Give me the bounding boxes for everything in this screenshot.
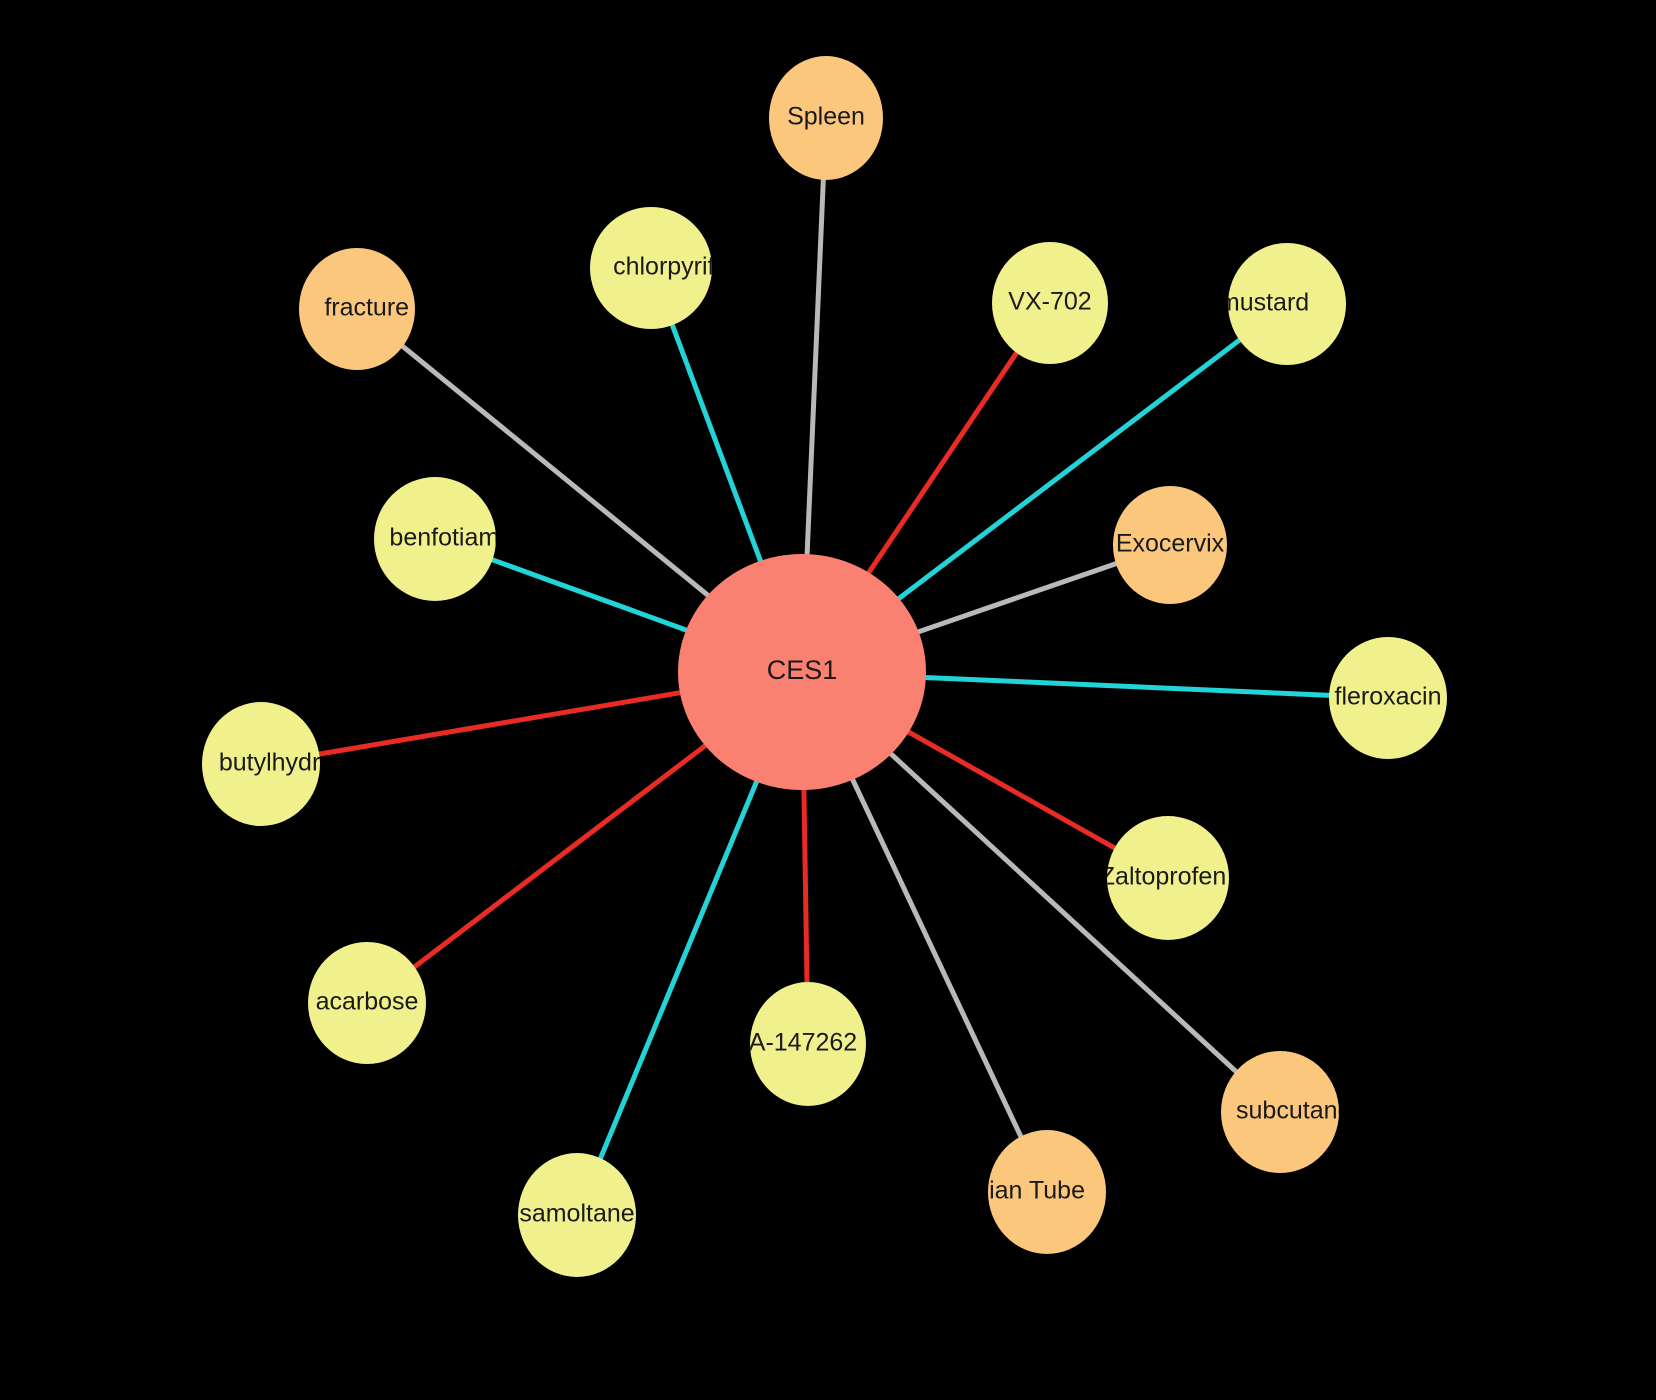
network-graph-canvas: Spleen chlorpyrifos fracture of tibia VX-70…: [0, 0, 1656, 1400]
node-circle-exocervix[interactable]: [1113, 486, 1227, 604]
node-circle-butylhydroquinone[interactable]: [202, 702, 320, 826]
node-circle-samoltane[interactable]: [518, 1153, 636, 1277]
node-circle-benfotiamine[interactable]: [374, 477, 496, 601]
graph-node-acarbose[interactable]: acarbose: [308, 942, 426, 1064]
graph-node-fleroxacin[interactable]: fleroxacin: [1329, 637, 1447, 759]
node-circle-fracture-of-tibia[interactable]: [299, 248, 415, 370]
graph-node-samoltane[interactable]: samoltane: [518, 1153, 636, 1277]
node-circle-zaltoprofen[interactable]: [1107, 816, 1229, 940]
node-circle-acarbose[interactable]: [308, 942, 426, 1064]
node-circle-subcutaneous-tissue[interactable]: [1221, 1051, 1339, 1173]
node-circle-fallopian-tube[interactable]: [988, 1130, 1106, 1254]
graph-node-spleen[interactable]: Spleen: [769, 56, 883, 180]
node-circle-vx-702[interactable]: [992, 242, 1108, 364]
graph-node-vx-702[interactable]: VX-702: [992, 242, 1108, 364]
graph-edge-ces1-to-a-147262[interactable]: [801, 785, 810, 987]
node-circle-a-147262[interactable]: [750, 982, 866, 1106]
graph-svg: Spleenchlorpyrifosfracture of tibia VX-70…: [0, 0, 1656, 1400]
node-circle-chlorpyrifos[interactable]: [590, 207, 712, 329]
node-circle-uracil-mustard[interactable]: [1228, 243, 1346, 365]
node-circle-fleroxacin[interactable]: [1329, 637, 1447, 759]
center-node-CES1[interactable]: CES1: [678, 554, 926, 790]
node-circle-CES1[interactable]: [678, 554, 926, 790]
node-circle-spleen[interactable]: [769, 56, 883, 180]
graph-node-exocervix[interactable]: Exocervix: [1113, 486, 1227, 604]
